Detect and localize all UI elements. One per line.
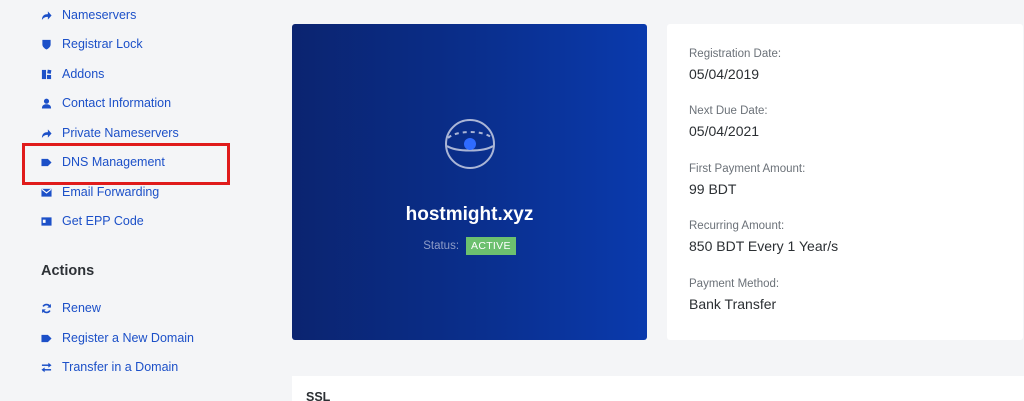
sidebar: Nameservers Registrar Lock Addons Contac… (0, 0, 260, 401)
action-label: Transfer in a Domain (62, 360, 179, 374)
action-label: Register a New Domain (62, 331, 194, 345)
registration-date-value: 05/04/2019 (689, 66, 760, 82)
tag-icon (41, 333, 52, 344)
sidebar-item-label: Email Forwarding (62, 185, 160, 199)
first-payment-label: First Payment Amount: (689, 163, 806, 175)
envelope-icon (41, 187, 52, 198)
action-register-new-domain[interactable]: Register a New Domain (41, 327, 194, 349)
domain-name: hostmight.xyz (405, 204, 534, 225)
sidebar-item-label: Nameservers (62, 8, 137, 22)
sidebar-item-nameservers[interactable]: Nameservers (41, 4, 136, 26)
sidebar-item-registrar-lock[interactable]: Registrar Lock (41, 33, 143, 55)
shield-icon (41, 39, 52, 50)
registration-date-label: Registration Date: (689, 48, 782, 60)
recurring-amount-label: Recurring Amount: (689, 220, 785, 232)
exchange-icon (41, 362, 52, 373)
globe-icon (442, 116, 498, 172)
sidebar-item-label: Contact Information (62, 96, 172, 110)
sidebar-item-label: Addons (62, 67, 105, 81)
status-row: Status: ACTIVE (292, 237, 647, 255)
sidebar-item-get-epp-code[interactable]: Get EPP Code (41, 210, 144, 232)
action-label: Renew (62, 301, 101, 315)
status-label: Status: (423, 240, 460, 252)
sidebar-item-label: Private Nameservers (62, 126, 179, 140)
registration-date: Registration Date: 05/04/2019 (689, 48, 781, 82)
action-transfer-domain[interactable]: Transfer in a Domain (41, 356, 178, 378)
action-renew[interactable]: Renew (41, 297, 101, 319)
actions-heading: Actions (41, 263, 95, 279)
recurring-amount: Recurring Amount: 850 BDT Every 1 Year/s (689, 220, 838, 254)
next-due-date-value: 05/04/2021 (689, 123, 760, 139)
highlight-box (22, 143, 230, 185)
payment-method-value: Bank Transfer (689, 296, 777, 312)
id-card-icon (41, 216, 52, 227)
payment-method: Payment Method: Bank Transfer (689, 278, 779, 312)
first-payment-amount: First Payment Amount: 99 BDT (689, 163, 805, 197)
sidebar-item-label: Get EPP Code (62, 214, 144, 228)
first-payment-value: 99 BDT (689, 181, 737, 197)
recurring-amount-value: 850 BDT Every 1 Year/s (689, 238, 839, 254)
sidebar-item-addons[interactable]: Addons (41, 63, 104, 85)
next-due-date: Next Due Date: 05/04/2021 (689, 105, 768, 139)
sync-icon (41, 303, 52, 314)
sidebar-item-contact-information[interactable]: Contact Information (41, 92, 171, 114)
ssl-title: SSL (306, 390, 331, 401)
domain-info-card: Registration Date: 05/04/2019 Next Due D… (667, 24, 1023, 340)
sidebar-item-private-nameservers[interactable]: Private Nameservers (41, 122, 179, 144)
domain-card: hostmight.xyz Status: ACTIVE (292, 24, 647, 340)
share-arrow-icon (41, 128, 52, 139)
share-arrow-icon (41, 10, 52, 21)
ssl-card: SSL (292, 376, 1024, 401)
status-badge: ACTIVE (466, 237, 516, 255)
payment-method-label: Payment Method: (689, 278, 780, 290)
cubes-icon (41, 69, 52, 80)
next-due-date-label: Next Due Date: (689, 105, 768, 117)
sidebar-item-label: Registrar Lock (62, 37, 143, 51)
user-icon (41, 98, 52, 109)
